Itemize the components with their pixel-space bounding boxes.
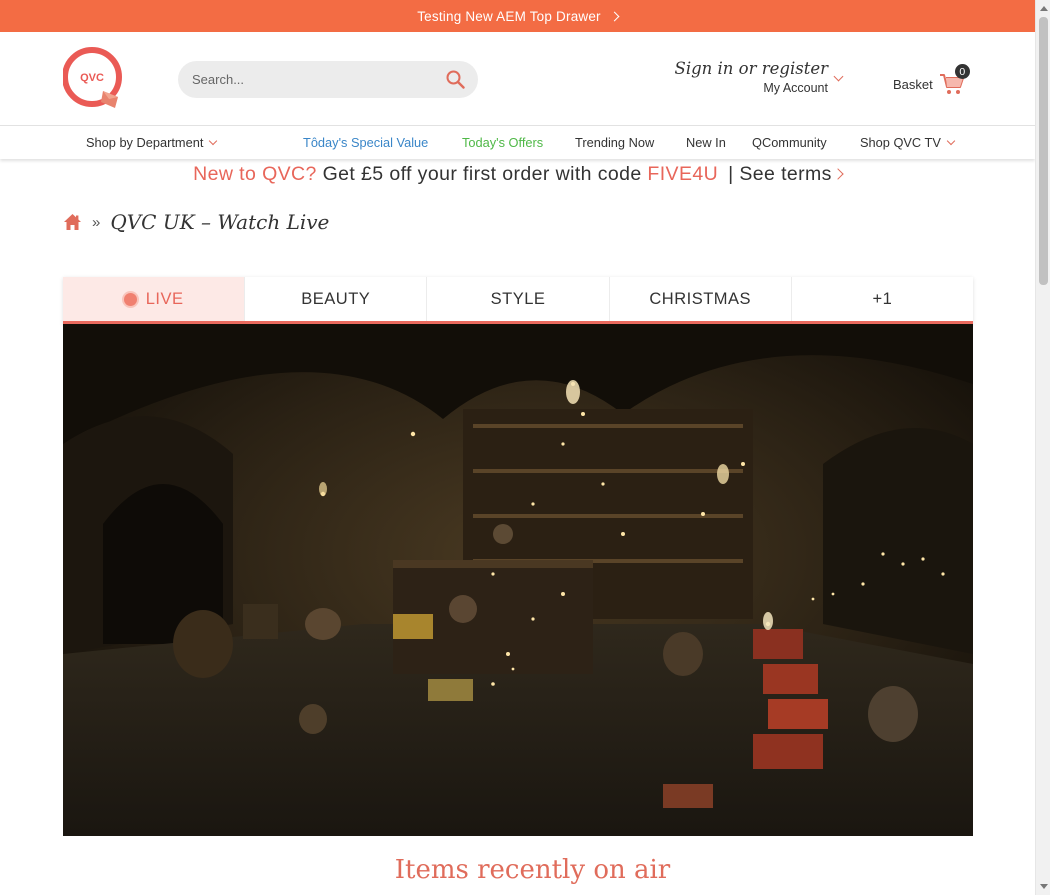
scrollbar-thumb[interactable] bbox=[1039, 17, 1048, 285]
tab-label: LIVE bbox=[145, 289, 184, 308]
top-drawer-banner[interactable]: Testing New AEM Top Drawer bbox=[0, 0, 1035, 32]
tab-style[interactable]: STYLE bbox=[427, 277, 610, 321]
nav-item-label: Shop by Department bbox=[86, 135, 204, 150]
scroll-up-arrow-icon[interactable] bbox=[1040, 6, 1048, 11]
chevron-right-icon bbox=[832, 168, 844, 180]
svg-text:QVC: QVC bbox=[80, 72, 104, 84]
home-icon bbox=[64, 214, 81, 230]
tab-christmas[interactable]: CHRISTMAS bbox=[609, 277, 792, 321]
live-indicator-icon bbox=[123, 292, 137, 306]
search-icon bbox=[446, 70, 465, 89]
qvc-logo[interactable]: QVC bbox=[62, 47, 125, 111]
promo-text: Get £5 off your first order with code bbox=[316, 163, 648, 185]
live-video-player[interactable] bbox=[63, 324, 973, 836]
tab-label: CHRISTMAS bbox=[649, 289, 752, 308]
search-bar bbox=[178, 61, 478, 98]
search-button[interactable] bbox=[444, 69, 466, 91]
tab-label: +1 bbox=[872, 289, 893, 308]
chevron-right-icon bbox=[609, 11, 620, 21]
tab-live[interactable]: LIVE bbox=[63, 277, 246, 321]
see-terms-link[interactable]: | See terms bbox=[728, 163, 844, 185]
breadcrumb-separator: » bbox=[92, 213, 101, 231]
recently-on-air-heading: Items recently on air bbox=[394, 855, 671, 885]
see-terms-label: | See terms bbox=[728, 163, 832, 185]
my-account-label: My Account bbox=[763, 81, 828, 95]
tab-beauty[interactable]: BEAUTY bbox=[245, 277, 428, 321]
account-menu[interactable]: Sign in or register My Account bbox=[675, 59, 848, 103]
tab-label: STYLE bbox=[490, 289, 546, 308]
nav-item-label: Shop QVC TV bbox=[860, 135, 941, 150]
search-input[interactable] bbox=[192, 72, 444, 87]
home-link[interactable] bbox=[63, 213, 82, 231]
basket-count-badge: 0 bbox=[954, 64, 970, 79]
video-frame-image bbox=[63, 324, 973, 836]
nav-trending-now[interactable]: Trending Now bbox=[575, 135, 654, 150]
tab-plus-one[interactable]: +1 bbox=[791, 277, 974, 321]
chevron-down-icon bbox=[209, 136, 218, 146]
sign-in-link[interactable]: Sign in or register bbox=[675, 59, 828, 78]
chevron-down-icon bbox=[833, 71, 844, 82]
channel-tabs: LIVE BEAUTY STYLE CHRISTMAS +1 bbox=[63, 277, 974, 324]
main-nav: Shop by Department Tôday's Special Value… bbox=[0, 126, 1035, 159]
top-drawer-text: Testing New AEM Top Drawer bbox=[417, 8, 601, 24]
promo-headline: New to QVC? bbox=[193, 163, 317, 185]
nav-shop-qvc-tv[interactable]: Shop QVC TV bbox=[860, 135, 956, 150]
nav-shop-by-department[interactable]: Shop by Department bbox=[86, 135, 218, 150]
nav-todays-special-value[interactable]: Tôday's Special Value bbox=[303, 135, 428, 150]
nav-new-in[interactable]: New In bbox=[686, 135, 726, 150]
scroll-down-arrow-icon[interactable] bbox=[1040, 884, 1048, 889]
breadcrumb: » QVC UK – Watch Live bbox=[63, 210, 329, 234]
page: Testing New AEM Top Drawer QVC Sign in o… bbox=[0, 0, 1035, 895]
page-scrollbar[interactable] bbox=[1035, 0, 1050, 895]
promo-code: FIVE4U bbox=[647, 163, 719, 185]
cart-icon: 0 bbox=[939, 64, 970, 96]
chevron-down-icon bbox=[946, 136, 956, 146]
basket-label: Basket bbox=[893, 76, 933, 92]
page-title: QVC UK – Watch Live bbox=[110, 210, 330, 234]
nav-todays-offers[interactable]: Today's Offers bbox=[462, 135, 543, 150]
site-header: QVC Sign in or register My Account Baske… bbox=[0, 32, 1035, 126]
qvc-logo-icon: QVC bbox=[62, 47, 122, 108]
basket-button[interactable]: Basket 0 bbox=[893, 64, 970, 96]
nav-qcommunity[interactable]: QCommunity bbox=[752, 135, 827, 150]
promo-banner: New to QVC? Get £5 off your first order … bbox=[0, 163, 1035, 186]
tab-label: BEAUTY bbox=[301, 289, 371, 308]
